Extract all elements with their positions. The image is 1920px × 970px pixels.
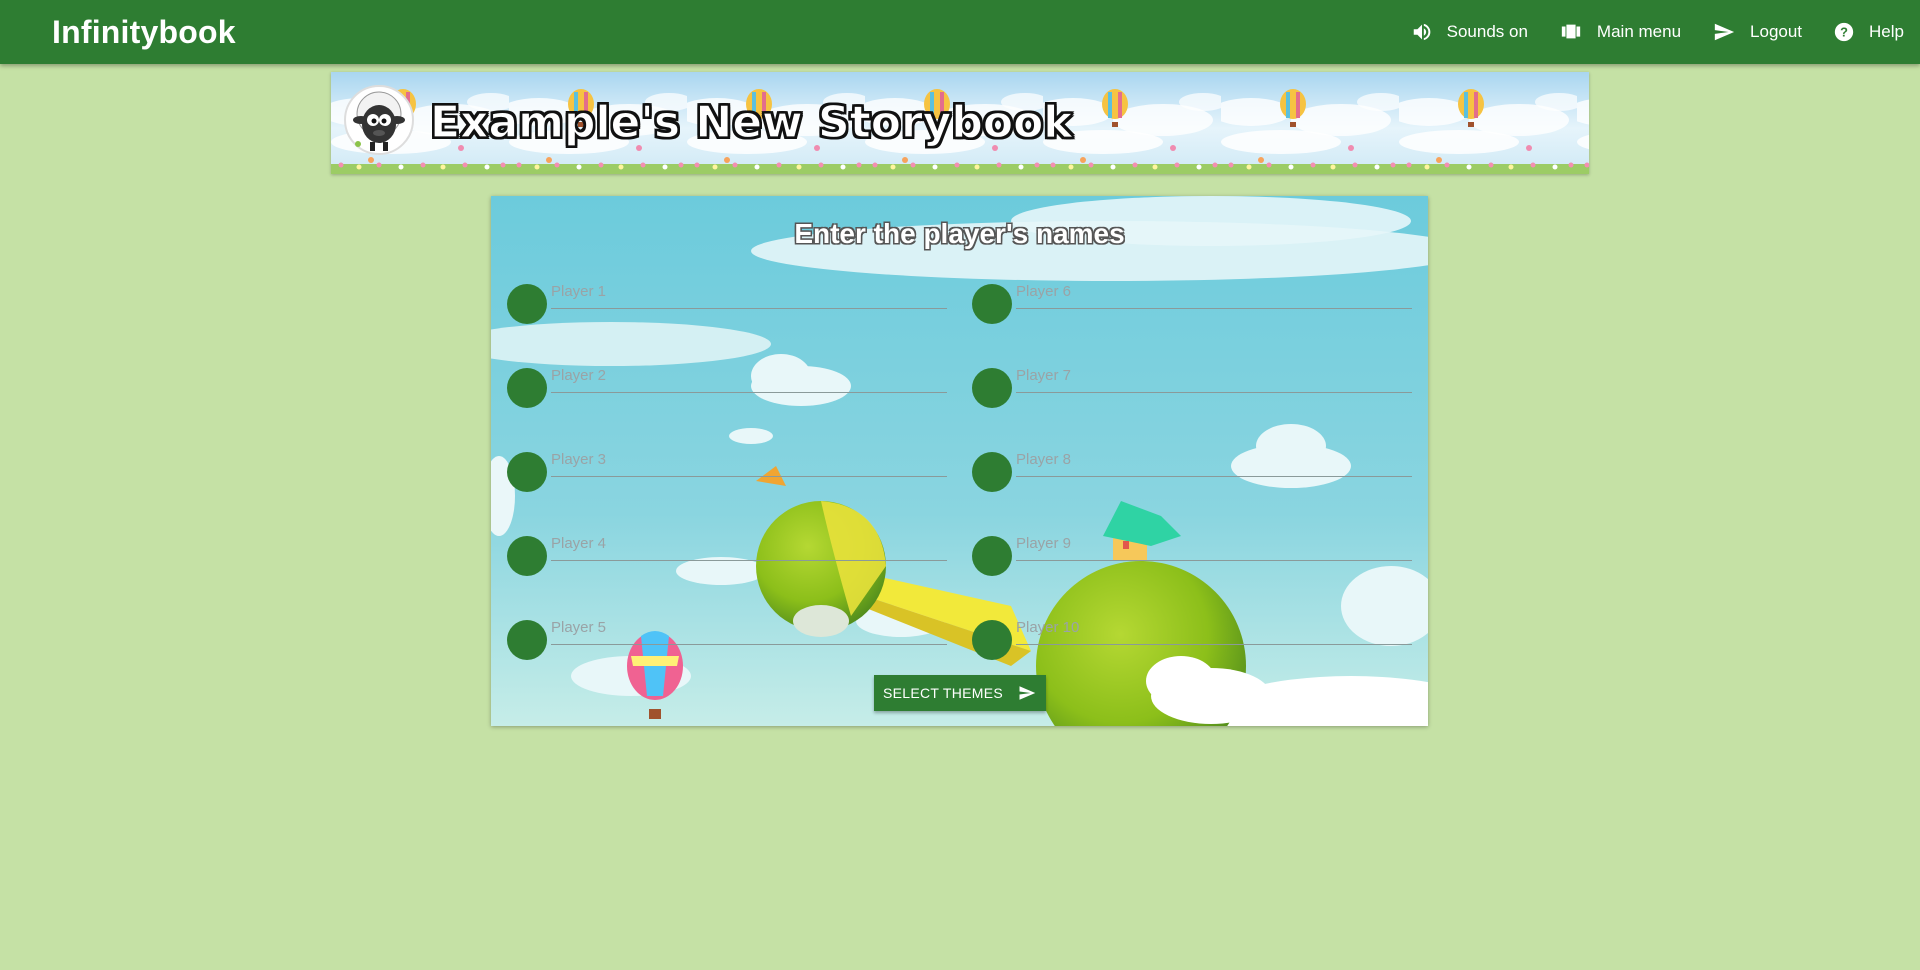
sounds-toggle[interactable]: Sounds on [1411, 21, 1528, 43]
player-row-7 [972, 358, 1416, 408]
send-icon [1019, 686, 1036, 700]
player-avatar[interactable] [507, 452, 547, 492]
sheep-logo [344, 85, 414, 155]
player-avatar[interactable] [972, 620, 1012, 660]
player-row-5 [507, 610, 951, 660]
top-app-bar: Infinitybook Sounds on Main menu Logout … [0, 0, 1920, 64]
player-4-input[interactable] [551, 526, 947, 561]
player-2-input[interactable] [551, 358, 947, 393]
player-avatar[interactable] [507, 284, 547, 324]
player-1-input[interactable] [551, 274, 947, 309]
player-row-1 [507, 274, 951, 324]
player-9-input[interactable] [1016, 526, 1412, 561]
nav-links: Sounds on Main menu Logout ? Help [1380, 0, 1904, 64]
player-10-input[interactable] [1016, 610, 1412, 645]
select-themes-label: SELECT THEMES [882, 685, 1004, 701]
player-avatar[interactable] [507, 368, 547, 408]
storybook-title: Example's New Storybook [429, 96, 1073, 148]
player-row-6 [972, 274, 1416, 324]
player-avatar[interactable] [507, 536, 547, 576]
player-avatar[interactable] [972, 284, 1012, 324]
player-5-input[interactable] [551, 610, 947, 645]
storybook-banner: Example's New Storybook [331, 72, 1589, 174]
panel-title: Enter the player's names [794, 218, 1125, 249]
player-row-8 [972, 442, 1416, 492]
app-title[interactable]: Infinitybook [52, 14, 236, 51]
sounds-label: Sounds on [1446, 22, 1528, 41]
player-avatar[interactable] [972, 536, 1012, 576]
player-row-3 [507, 442, 951, 492]
carousel-icon [1561, 24, 1581, 39]
main-menu-label: Main menu [1596, 22, 1682, 41]
player-avatar[interactable] [972, 452, 1012, 492]
volume-icon [1413, 23, 1430, 41]
svg-text:?: ? [1840, 25, 1848, 40]
player-7-input[interactable] [1016, 358, 1412, 393]
player-avatar[interactable] [507, 620, 547, 660]
player-avatar[interactable] [972, 368, 1012, 408]
help-icon: ? [1834, 22, 1854, 42]
help-link[interactable]: ? Help [1833, 21, 1904, 43]
send-icon [1714, 23, 1735, 41]
player-6-input[interactable] [1016, 274, 1412, 309]
logout-link[interactable]: Logout [1712, 21, 1802, 43]
main-menu-link[interactable]: Main menu [1559, 21, 1681, 43]
logout-label: Logout [1750, 22, 1803, 41]
select-themes-button[interactable]: SELECT THEMES [874, 675, 1046, 711]
player-row-4 [507, 526, 951, 576]
player-row-2 [507, 358, 951, 408]
player-row-10 [972, 610, 1416, 660]
player-3-input[interactable] [551, 442, 947, 477]
player-8-input[interactable] [1016, 442, 1412, 477]
player-names-panel: Enter the player's names Player 1 Player… [491, 196, 1428, 726]
player-row-9 [972, 526, 1416, 576]
help-label: Help [1869, 22, 1904, 41]
